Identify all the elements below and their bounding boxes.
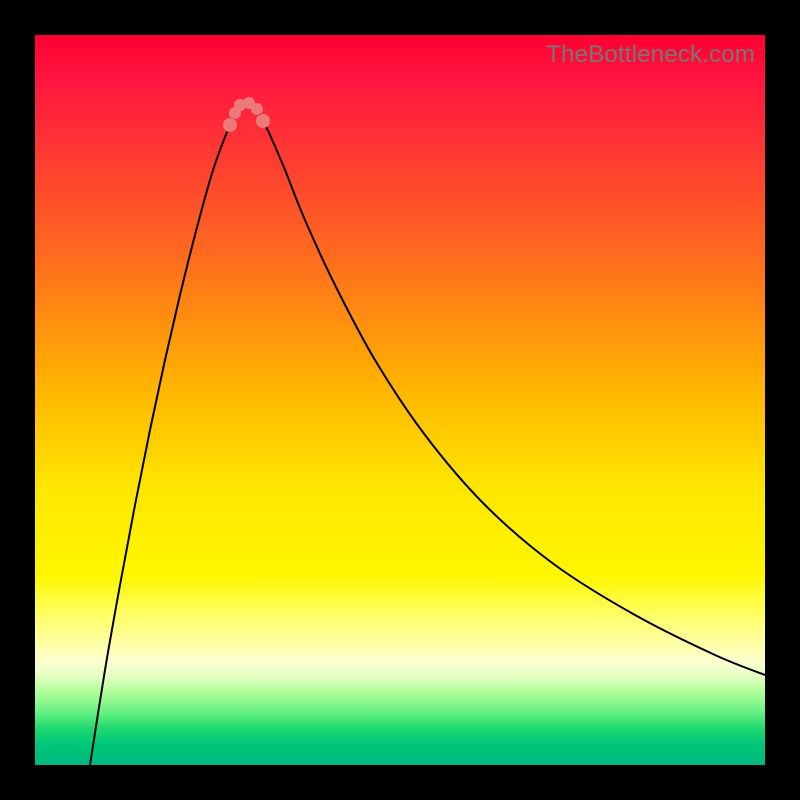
curve-marker <box>251 103 263 115</box>
bottleneck-curve <box>90 103 765 766</box>
curve-marker <box>223 118 237 132</box>
chart-frame: TheBottleneck.com <box>0 0 800 800</box>
chart-svg <box>35 35 765 765</box>
curve-marker <box>256 114 270 128</box>
curve-minimum-markers <box>223 97 270 132</box>
chart-plot-area: TheBottleneck.com <box>35 35 765 765</box>
